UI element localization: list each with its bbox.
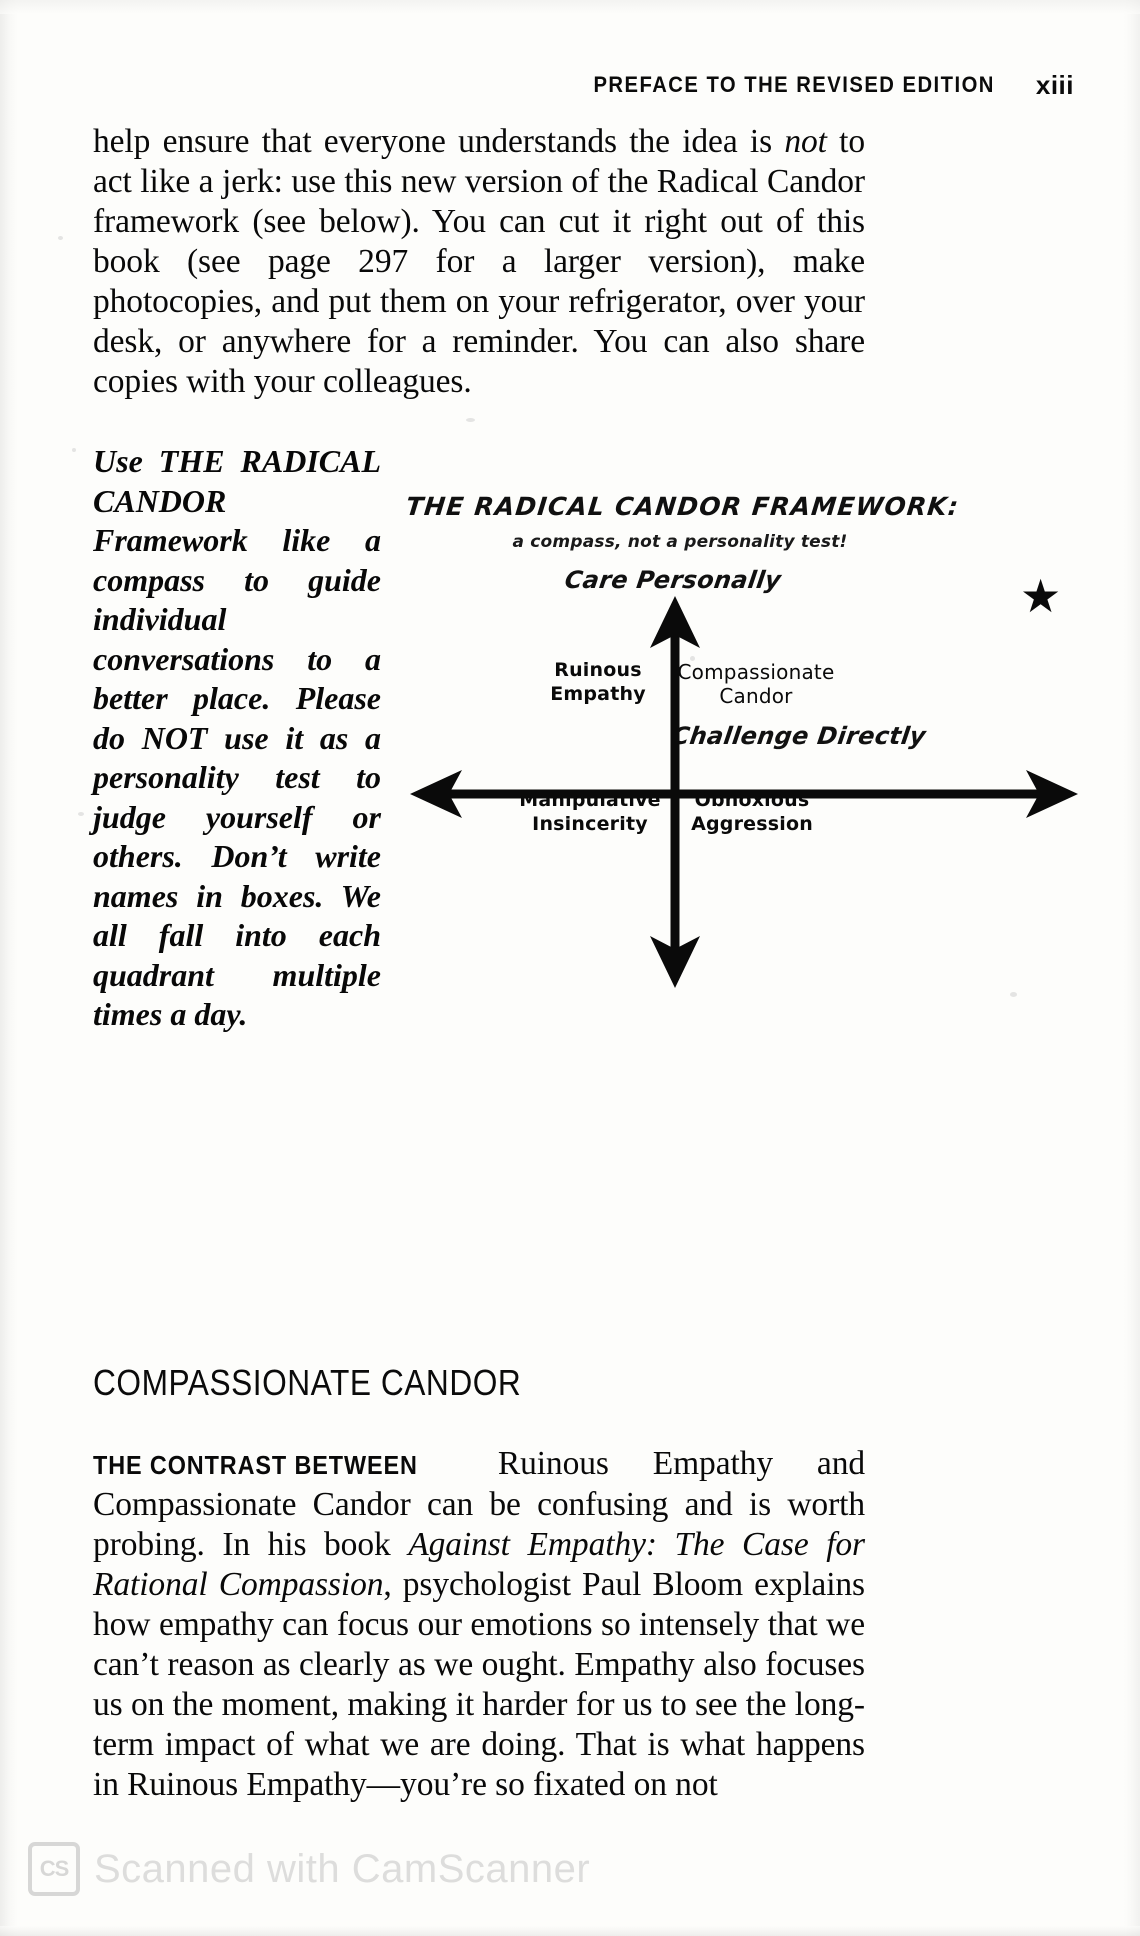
intro-paragraph-column: help ensure that everyone understands th… — [93, 122, 865, 402]
running-head: PREFACE TO THE REVISED EDITION xiii — [96, 70, 1098, 106]
quadrant-compassionate-candor: Compassionate Candor — [636, 660, 876, 708]
paragraph-lead-in: THE CONTRAST BETWEEN — [93, 1450, 418, 1480]
scan-speck — [58, 236, 63, 240]
quadrant-label-line1: Compassionate — [677, 660, 835, 684]
radical-candor-framework-figure: THE RADICAL CANDOR FRAMEWORK: a compass,… — [400, 470, 1100, 990]
section-heading: COMPASSIONATE CANDOR — [93, 1361, 522, 1403]
scan-edge-left — [0, 0, 18, 1936]
camscanner-logo-icon: CS — [28, 1842, 80, 1896]
intro-text-italic-not: not — [784, 123, 827, 160]
quadrant-label-line1: Obnoxious — [694, 789, 810, 811]
scan-edge-top — [0, 0, 1140, 14]
scan-speck — [466, 418, 475, 422]
quadrant-label-line2: Aggression — [691, 813, 813, 835]
scan-speck — [78, 812, 84, 816]
running-head-title: PREFACE TO THE REVISED EDITION — [593, 72, 995, 97]
closing-paragraph-column: THE CONTRAST BETWEEN Ruinous Empathy and… — [93, 1444, 865, 1805]
pull-quote: Use THE RADICAL CANDOR Framework like a … — [93, 443, 381, 1032]
quadrant-label-line2: Candor — [719, 684, 793, 708]
scan-speck — [72, 448, 76, 452]
scan-edge-right — [1124, 0, 1140, 1936]
quadrant-obnoxious-aggression: Obnoxious Aggression — [652, 788, 852, 836]
figure-title: THE RADICAL CANDOR FRAMEWORK: — [404, 492, 961, 521]
closing-paragraph: THE CONTRAST BETWEEN Ruinous Empathy and… — [93, 1444, 865, 1805]
scan-edge-bottom — [0, 1926, 1140, 1936]
camscanner-watermark: CS Scanned with CamScanner — [28, 1842, 590, 1896]
scan-speck — [1010, 992, 1017, 997]
intro-paragraph: help ensure that everyone understands th… — [93, 122, 865, 402]
intro-text-before-italic: help ensure that everyone understands th… — [93, 123, 785, 160]
figure-subtitle: a compass, not a personality test! — [512, 532, 848, 552]
page-number: xiii — [1035, 70, 1074, 100]
camscanner-watermark-text: Scanned with CamScanner — [94, 1846, 591, 1891]
intro-text-after-italic: to act like a jerk: use this new version… — [93, 123, 865, 400]
